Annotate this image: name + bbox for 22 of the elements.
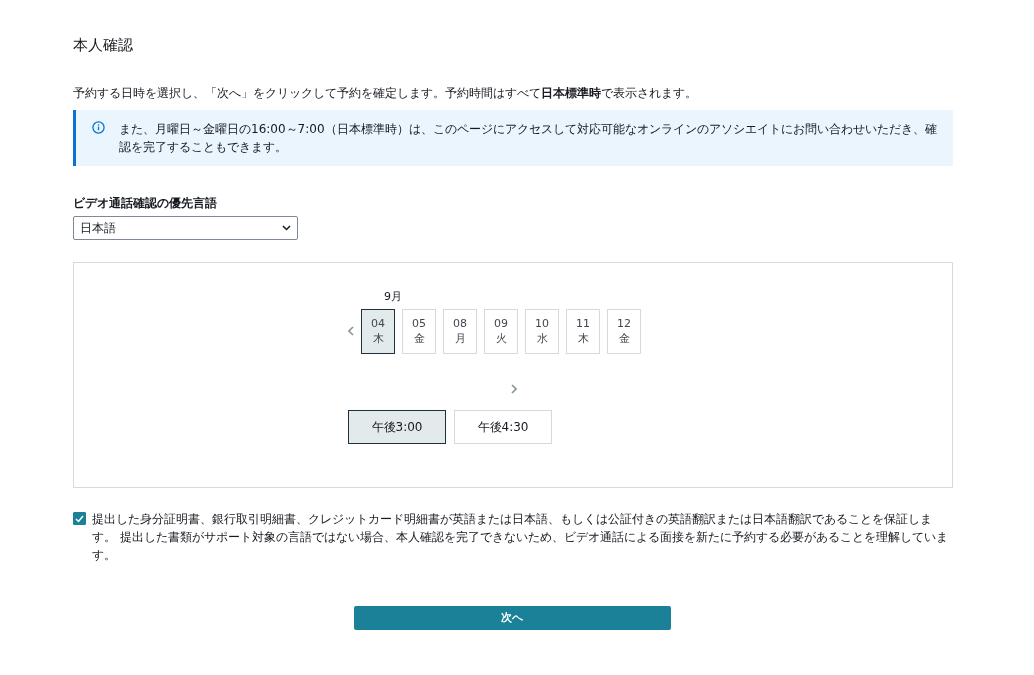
info-icon — [92, 121, 105, 134]
caret-icon — [282, 225, 291, 231]
time-slot[interactable]: 午後4:30 — [454, 409, 552, 444]
field-label: ビデオ通話確認の優先言語 — [73, 195, 218, 212]
agreement-text: 提出した身分証明書、銀行取引明細書、クレジットカード明細書が英語または日本語、もしくは公証付きの英語翻訳または日本語翻訳であることを保証します。 提出した書類がサポート対象の言語ではない場合、本人確認を完了できないため、ビデオ通話による面接を新たに予約する必要があることを理解しています。 — [92, 511, 949, 564]
time-slot[interactable]: 午後3:00 — [348, 409, 446, 444]
date-tile[interactable]: 09 火 — [484, 308, 518, 354]
date-tile[interactable]: 11 木 — [566, 308, 600, 354]
month-label: 9月 — [384, 289, 403, 305]
date-tile[interactable]: 08 月 — [443, 308, 477, 354]
next-chevron-icon[interactable] — [510, 383, 517, 394]
next-button[interactable]: 次へ — [353, 606, 671, 630]
date-tile[interactable]: 12 金 — [607, 308, 641, 354]
intro-text: 予約する日時を選択し、「次へ」をクリックして予約を確定します。予約時間はすべて日本標準時で表示されます。 — [73, 85, 698, 102]
date-tile[interactable]: 04 木 — [361, 308, 395, 354]
page-title: 本人確認 — [73, 36, 134, 54]
previous-chevron-icon[interactable] — [348, 326, 354, 336]
language-select[interactable]: 日本語 — [73, 216, 298, 240]
info-text: また、月曜日～金曜日の16:00～7:00（日本標準時）は、このページにアクセスして対応可能なオンラインのアソシエイトにお問い合わせいただき、確認を完了することもできます。 — [119, 121, 937, 156]
date-tile[interactable]: 05 金 — [402, 308, 436, 354]
date-tile[interactable]: 10 水 — [525, 308, 559, 354]
agreement-checkbox[interactable] — [73, 512, 86, 525]
